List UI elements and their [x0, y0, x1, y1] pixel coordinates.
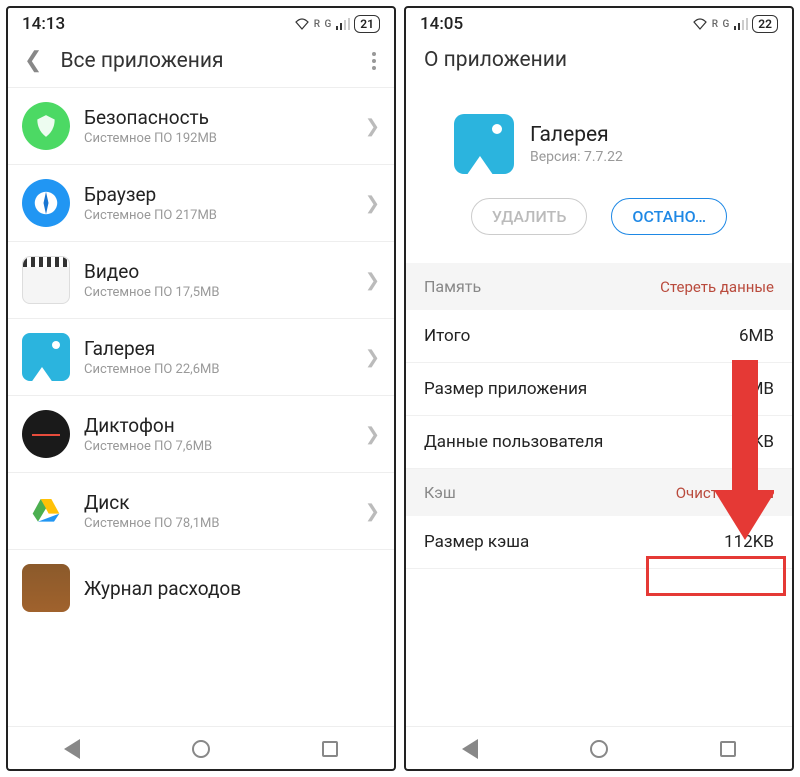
app-name: Журнал расходов — [84, 577, 380, 600]
battery-icon: 21 — [354, 15, 380, 33]
app-row-browser[interactable]: Браузер Системное ПО 217MB ❯ — [8, 165, 394, 242]
app-name: Галерея — [84, 337, 351, 360]
nav-back-icon[interactable] — [462, 739, 478, 759]
memory-total-row: Итого 6MB — [406, 310, 792, 363]
app-sub: Системное ПО 192MB — [84, 131, 351, 146]
status-right: R G 21 — [294, 15, 380, 33]
network-label: R G — [712, 19, 731, 30]
section-label: Память — [424, 277, 481, 296]
nav-recent-icon[interactable] — [322, 741, 338, 757]
kv-key: Размер кэша — [424, 532, 529, 552]
status-time: 14:05 — [420, 14, 463, 34]
delete-button[interactable]: УДАЛИТЬ — [471, 198, 588, 235]
app-row-drive[interactable]: Диск Системное ПО 78,1MB ❯ — [8, 473, 394, 550]
stop-button[interactable]: ОСТАНО… — [611, 198, 727, 235]
status-time: 14:13 — [22, 14, 65, 34]
phone-right: 14:05 R G 22 О приложении Галерея Версия… — [404, 6, 794, 771]
section-label: Кэш — [424, 483, 456, 502]
kv-val: 6MB — [739, 326, 774, 346]
nav-bar — [406, 726, 792, 769]
app-row-journal[interactable]: Журнал расходов — [8, 550, 394, 626]
kv-key: Итого — [424, 326, 470, 346]
app-header: Галерея Версия: 7.7.22 — [406, 86, 792, 198]
wifi-icon — [692, 18, 708, 30]
status-right: R G 22 — [692, 15, 778, 33]
app-row-security[interactable]: Безопасность Системное ПО 192MB ❯ — [8, 87, 394, 165]
gallery-icon — [454, 114, 514, 174]
kv-key: Данные пользователя — [424, 432, 603, 452]
header: ❮ Все приложения — [8, 38, 394, 87]
drive-icon — [22, 487, 70, 535]
chevron-right-icon: ❯ — [365, 424, 380, 445]
app-row-gallery[interactable]: Галерея Системное ПО 22,6MB ❯ — [8, 319, 394, 396]
app-sub: Системное ПО 22,6MB — [84, 362, 351, 377]
network-label: R G — [314, 19, 333, 30]
status-bar: 14:13 R G 21 — [8, 8, 394, 38]
voice-recorder-icon — [22, 410, 70, 458]
nav-home-icon[interactable] — [590, 740, 608, 758]
app-sub: Системное ПО 78,1MB — [84, 516, 351, 531]
nav-recent-icon[interactable] — [720, 741, 736, 757]
wallet-icon — [22, 564, 70, 612]
app-name: Диск — [84, 491, 351, 514]
phone-left: 14:13 R G 21 ❮ Все приложения Безопаснос… — [6, 6, 396, 771]
app-list: Безопасность Системное ПО 192MB ❯ Браузе… — [8, 87, 394, 726]
memory-section-header: Память Стереть данные — [406, 263, 792, 310]
chevron-right-icon: ❯ — [365, 193, 380, 214]
page-title: О приложении — [420, 48, 778, 72]
annotation-arrow-icon — [714, 360, 774, 560]
app-name: Диктофон — [84, 414, 351, 437]
signal-icon — [336, 18, 350, 30]
battery-icon: 22 — [752, 15, 778, 33]
chevron-right-icon: ❯ — [365, 270, 380, 291]
chevron-right-icon: ❯ — [365, 116, 380, 137]
status-bar: 14:05 R G 22 — [406, 8, 792, 38]
annotation-highlight — [646, 556, 786, 596]
app-row-voice[interactable]: Диктофон Системное ПО 7,6MB ❯ — [8, 396, 394, 473]
page-title: Все приложения — [60, 49, 356, 73]
nav-home-icon[interactable] — [192, 740, 210, 758]
nav-back-icon[interactable] — [64, 739, 80, 759]
app-name: Видео — [84, 260, 351, 283]
app-sub: Системное ПО 7,6MB — [84, 439, 351, 454]
app-sub: Системное ПО 217MB — [84, 208, 351, 223]
app-row-video[interactable]: Видео Системное ПО 17,5MB ❯ — [8, 242, 394, 319]
button-row: УДАЛИТЬ ОСТАНО… — [406, 198, 792, 263]
gallery-icon — [22, 333, 70, 381]
back-icon[interactable]: ❮ — [22, 48, 44, 73]
app-name: Галерея — [530, 123, 623, 147]
chevron-right-icon: ❯ — [365, 501, 380, 522]
browser-icon — [22, 179, 70, 227]
kv-key: Размер приложения — [424, 379, 587, 399]
app-name: Безопасность — [84, 106, 351, 129]
video-icon — [22, 256, 70, 304]
security-icon — [22, 102, 70, 150]
wifi-icon — [294, 18, 310, 30]
app-version: Версия: 7.7.22 — [530, 149, 623, 165]
more-icon[interactable] — [372, 52, 380, 70]
app-sub: Системное ПО 17,5MB — [84, 285, 351, 300]
header: О приложении — [406, 38, 792, 86]
signal-icon — [734, 18, 748, 30]
nav-bar — [8, 726, 394, 769]
app-name: Браузер — [84, 183, 351, 206]
chevron-right-icon: ❯ — [365, 347, 380, 368]
clear-data-button[interactable]: Стереть данные — [660, 278, 774, 296]
